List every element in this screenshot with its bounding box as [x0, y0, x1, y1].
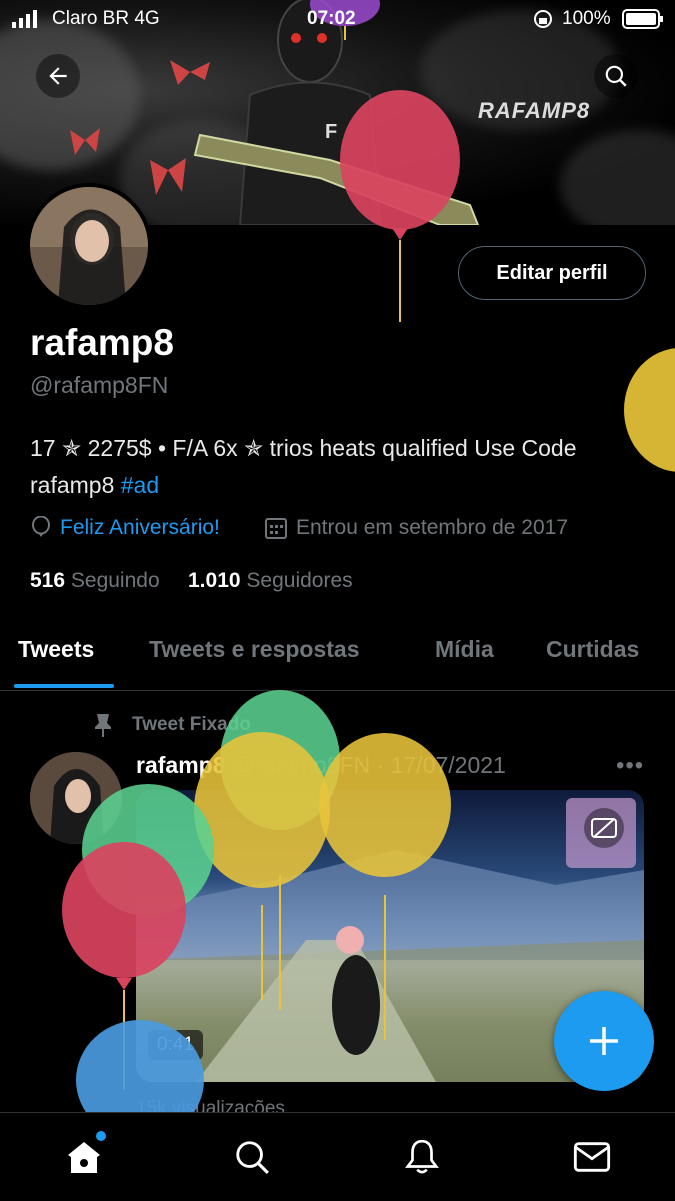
bio-hashtag-link[interactable]: #ad [121, 472, 159, 498]
tweet-avatar-photo [30, 752, 122, 844]
profile-avatar[interactable] [26, 183, 152, 309]
tab-tweets-and-replies[interactable]: Tweets e respostas [149, 636, 360, 663]
tab-likes[interactable]: Curtidas [546, 636, 639, 663]
tab-tweets[interactable]: Tweets [18, 636, 94, 663]
more-options-icon[interactable]: ••• [616, 752, 644, 780]
battery-icon [622, 9, 663, 29]
mail-icon [573, 1142, 611, 1172]
search-icon [236, 1141, 269, 1174]
birthday-info: Feliz Aniversário! [30, 516, 220, 540]
search-icon [605, 65, 627, 87]
pin-icon [95, 714, 111, 737]
search-button[interactable] [594, 54, 638, 98]
tweet-header: rafamp8 @rafamp8FN · 17/07/2021 [136, 752, 506, 778]
closed-captions-icon[interactable] [584, 808, 624, 848]
tweet-author-name[interactable]: rafamp8 [136, 752, 225, 778]
followers-count: 1.010 [188, 569, 241, 592]
notification-dot [96, 1131, 106, 1141]
orientation-lock-icon [534, 10, 552, 28]
nav-search[interactable] [230, 1135, 274, 1179]
signal-icon [12, 10, 37, 28]
balloon-icon [32, 516, 50, 537]
active-tab-indicator [14, 684, 114, 688]
avatar-photo [30, 187, 148, 305]
bottom-navigation [0, 1112, 675, 1201]
compose-tweet-button[interactable] [554, 991, 654, 1091]
following-label: Seguindo [70, 569, 160, 592]
birthday-label[interactable]: Feliz Aniversário! [60, 516, 220, 540]
tweet-author-avatar[interactable] [30, 752, 122, 844]
pinned-text: Tweet Fixado [132, 714, 251, 735]
clock: 07:02 [307, 8, 356, 29]
nav-messages[interactable] [570, 1135, 614, 1179]
edit-profile-button[interactable]: Editar perfil [458, 246, 646, 300]
video-duration: 0:41 [148, 1030, 203, 1060]
joined-info: Entrou em setembro de 2017 [264, 516, 568, 540]
joined-label: Entrou em setembro de 2017 [296, 516, 568, 539]
user-handle: @rafamp8FN [30, 372, 169, 398]
tweet-date[interactable]: 17/07/2021 [391, 752, 506, 778]
plus-icon [590, 1027, 618, 1055]
tweet-author-handle: @rafamp8FN [231, 752, 371, 778]
followers-label: Seguidores [246, 569, 353, 592]
battery-percentage: 100% [562, 8, 611, 29]
home-icon [68, 1142, 100, 1173]
nav-home[interactable] [62, 1131, 106, 1179]
bell-icon [405, 1139, 439, 1174]
profile-bio: 17 ✯ 2275$ • F/A 6x ✯ trios heats qualif… [30, 430, 630, 504]
following-link[interactable]: 516 Seguindo [30, 569, 160, 593]
tab-media[interactable]: Mídia [435, 636, 494, 663]
banner-logo: RAFAMP8 [478, 98, 591, 123]
carrier-label: Claro BR 4G [52, 8, 160, 29]
arrow-left-icon [49, 67, 67, 85]
svg-text:F: F [325, 121, 337, 143]
display-name: rafamp8 [30, 322, 174, 363]
pinned-tweet-label: Tweet Fixado [92, 712, 251, 738]
back-button[interactable] [36, 54, 80, 98]
profile-tabs: Tweets Tweets e respostas Mídia Curtidas [0, 618, 675, 691]
followers-link[interactable]: 1.010 Seguidores [188, 569, 353, 593]
calendar-icon [265, 518, 287, 539]
status-bar: Claro BR 4G 07:02 100% [0, 0, 675, 38]
bio-text: 17 ✯ 2275$ • F/A 6x ✯ trios heats qualif… [30, 435, 577, 498]
nav-notifications[interactable] [400, 1135, 444, 1179]
following-count: 516 [30, 569, 66, 592]
